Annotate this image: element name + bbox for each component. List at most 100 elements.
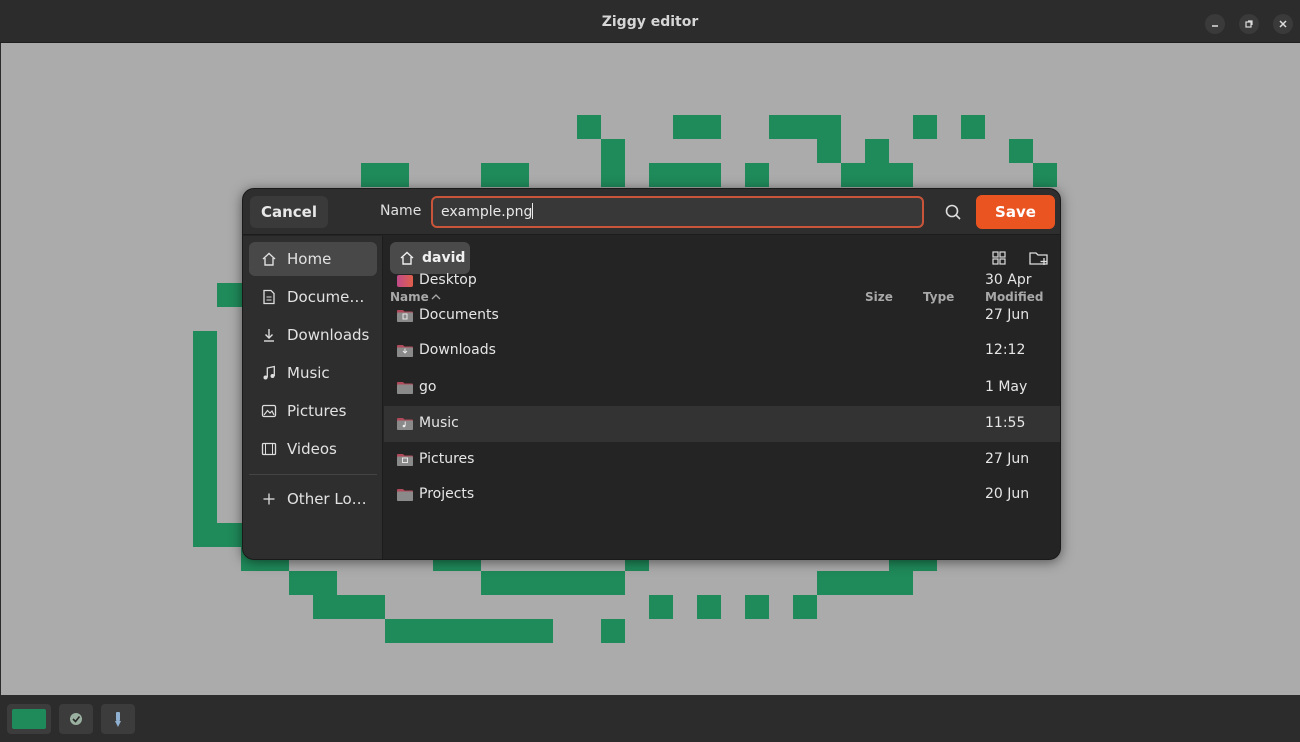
dialog-header: Cancel Name example.png Save [243,189,1060,235]
file-name: Projects [419,486,475,502]
pixel-block [697,595,721,619]
folder-icon [397,489,413,501]
pixel-block [865,139,889,163]
check-tool-button[interactable] [59,704,93,734]
sidebar-item-music[interactable]: Music [249,356,377,390]
folder-icon [397,382,413,394]
minimize-button[interactable] [1205,14,1225,34]
music-icon [263,365,275,380]
dropper-tool-icon [115,712,121,727]
sidebar-item-documents[interactable]: Docume… [249,280,377,314]
pixel-block [601,619,625,643]
pixel-block [217,283,242,307]
pixel-block [481,163,529,187]
document-icon [263,289,275,305]
plus-icon [263,493,275,505]
pixel-block [793,595,817,619]
file-modified: 20 Jun [985,486,1030,502]
current-color-swatch [12,709,46,729]
pixel-block [577,115,601,139]
pixel-block [673,115,721,139]
sidebar-item-label: Home [287,250,332,268]
cancel-button[interactable]: Cancel [250,196,328,228]
sidebar-item-label: Docume… [287,288,365,306]
music-folder-icon [397,418,413,430]
sidebar-item-label: Pictures [287,402,347,420]
pixel-block [817,139,841,163]
documents-folder-icon [397,310,413,322]
file-row[interactable]: Downloads 12:12 [384,333,1060,369]
file-name: Music [419,415,459,431]
file-row[interactable]: Pictures 27 Jun [384,442,1060,478]
download-icon [264,329,274,342]
file-name: Pictures [419,451,475,467]
pixel-block [745,595,769,619]
name-label: Name [380,203,422,219]
pixel-block [745,163,769,187]
sidebar-item-pictures[interactable]: Pictures [249,394,377,428]
search-button[interactable] [940,199,966,225]
downloads-folder-icon [397,345,413,357]
pixel-block [769,115,841,139]
search-icon [945,204,961,220]
home-icon [262,252,276,266]
pictures-folder-icon [397,454,413,466]
file-name: Desktop [419,272,477,288]
sidebar-item-label: Downloads [287,326,370,344]
close-icon [1279,20,1287,28]
video-icon [261,442,277,456]
pixel-block [481,571,625,595]
sidebar-item-label: Music [287,364,330,382]
pixel-block [601,139,625,187]
file-modified: 27 Jun [985,307,1030,323]
file-modified: 1 May [985,379,1028,395]
close-button[interactable] [1273,14,1293,34]
desktop-folder-icon [397,275,413,287]
file-row[interactable]: Music 11:55 [384,406,1060,442]
pixel-block [817,571,913,595]
pixel-block [649,595,673,619]
pixel-block [1033,163,1057,187]
picture-icon [261,404,277,418]
sidebar-item-videos[interactable]: Videos [249,432,377,466]
file-modified: 30 Apr [985,272,1032,288]
file-row[interactable]: Desktop 30 Apr [384,263,1060,299]
pixel-block [361,163,409,187]
pixel-block [649,163,721,187]
pixel-block [193,331,217,547]
window-title: Ziggy editor [601,14,699,30]
file-modified: 11:55 [985,415,1026,431]
sidebar-item-label: Videos [287,440,337,458]
sidebar-item-other-locations[interactable]: Other Lo… [249,482,377,516]
text-caret [532,203,534,219]
minimize-icon [1212,25,1218,27]
filename-value: example.png [441,204,533,220]
bottom-toolbar [0,695,1300,742]
pixel-block [913,115,937,139]
restore-button[interactable] [1239,14,1259,34]
pixel-block [313,595,385,619]
sidebar-item-home[interactable]: Home [249,242,377,276]
pixel-block [289,571,337,595]
file-name: Downloads [419,342,496,358]
pixel-block [385,619,553,643]
dropper-tool-button[interactable] [101,704,135,734]
save-file-dialog: Cancel Name example.png Save Home Docume… [242,188,1061,560]
title-bar: Ziggy editor [0,0,1300,43]
file-row[interactable]: Projects 20 Jun [384,477,1060,513]
places-sidebar: Home Docume… Downloads Music Pictures Vi… [243,236,383,559]
save-button[interactable]: Save [976,195,1055,229]
file-row[interactable]: Documents 27 Jun [384,298,1060,334]
filename-input[interactable]: example.png [431,196,924,228]
color-swatch-button[interactable] [7,704,51,734]
sidebar-item-label: Other Lo… [287,490,367,508]
sidebar-divider [249,474,377,475]
file-name: go [419,379,437,395]
file-modified: 12:12 [985,342,1026,358]
pixel-block [961,115,985,139]
check-tool-icon [70,713,82,725]
file-browser: david Name Size Type Modified Desktop 30 … [384,236,1060,559]
file-row[interactable]: go 1 May [384,370,1060,406]
sidebar-item-downloads[interactable]: Downloads [249,318,377,352]
pixel-block [841,163,913,187]
